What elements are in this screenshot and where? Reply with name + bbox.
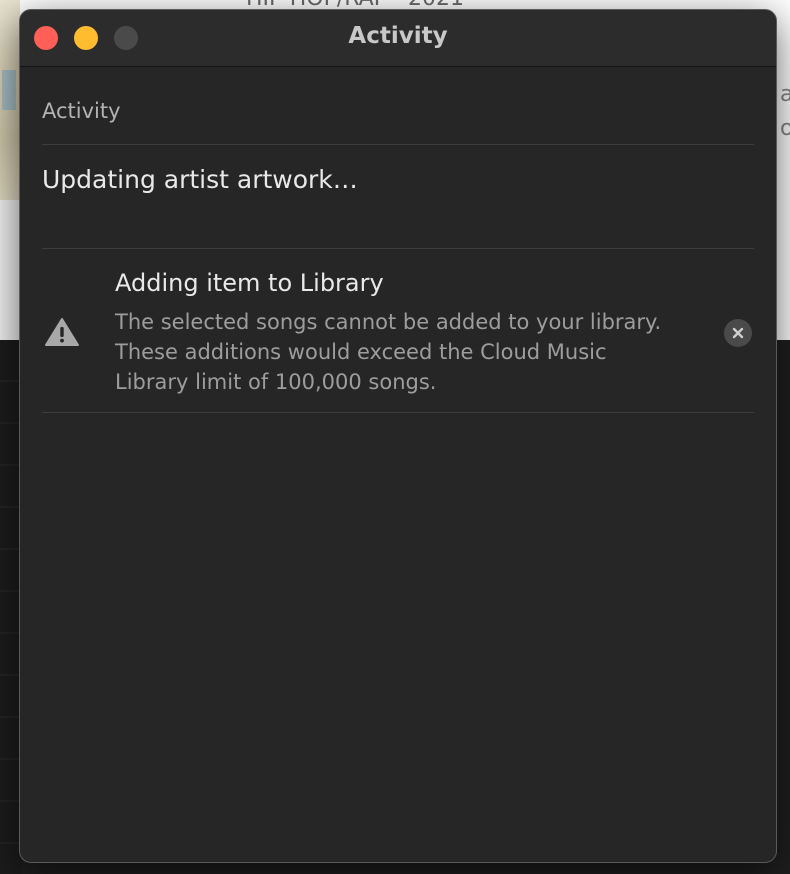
background-right-text: a os — [780, 78, 790, 146]
title-bar[interactable]: Activity — [20, 10, 776, 67]
activity-content: Activity Updating artist artwork… Adding… — [20, 67, 776, 413]
activity-item-updating: Updating artist artwork… — [42, 145, 754, 249]
background-right-line-2: os — [780, 116, 790, 141]
activity-item-title: Updating artist artwork… — [42, 165, 358, 194]
background-strip — [0, 200, 20, 340]
section-heading: Activity — [42, 67, 754, 145]
activity-window: Activity Activity Updating artist artwor… — [19, 9, 777, 863]
warning-icon — [44, 317, 80, 347]
dismiss-icon[interactable] — [724, 319, 752, 347]
window-title: Activity — [348, 23, 448, 49]
background-right-line-1: a — [780, 82, 790, 107]
activity-item-title: Adding item to Library — [115, 269, 384, 297]
activity-item-message: The selected songs cannot be added to yo… — [115, 310, 662, 394]
activity-item-error: Adding item to Library The selected song… — [42, 249, 754, 413]
background-album-art — [0, 0, 20, 200]
